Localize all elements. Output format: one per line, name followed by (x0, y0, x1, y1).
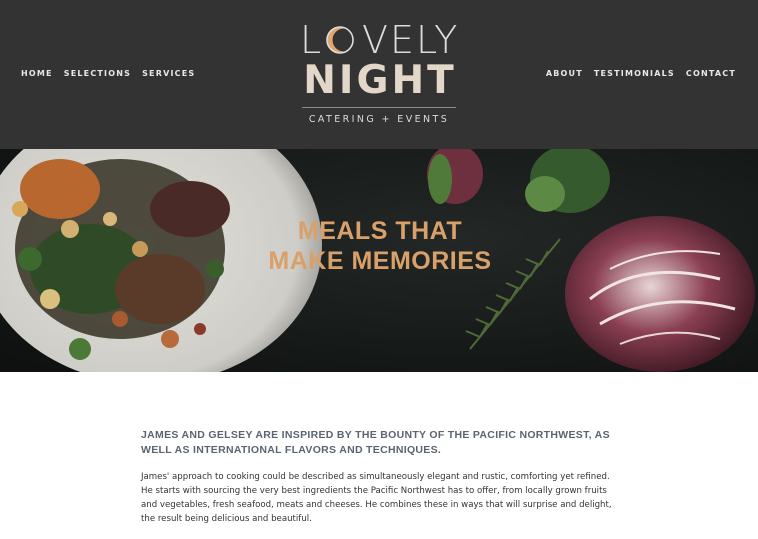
hero-headline: MEALS THAT MAKE MEMORIES (250, 216, 510, 276)
logo-word-lovely: L VELY (300, 20, 458, 60)
logo-word-night: NIGHT (303, 58, 457, 103)
hero-headline-line2: MAKE MEMORIES (268, 247, 492, 275)
about-section: JAMES AND GELSEY ARE INSPIRED BY THE BOU… (141, 428, 621, 526)
nav-contact-link[interactable]: CONTACT (686, 69, 736, 78)
logo-divider (302, 107, 456, 108)
site-header: HOME SELECTIONS SERVICES L VELY NIGHT CA… (0, 0, 758, 149)
nav-testimonials-link[interactable]: TESTIMONIALS (594, 69, 675, 78)
hero-headline-line1: MEALS THAT (297, 217, 463, 245)
logo-letters-vely: VELY (362, 18, 460, 62)
about-body-text: James' approach to cooking could be desc… (141, 472, 612, 524)
primary-nav-right: ABOUT TESTIMONIALS CONTACT (535, 69, 736, 78)
crescent-moon-icon (326, 26, 354, 54)
nav-about-link[interactable]: ABOUT (546, 69, 583, 78)
logo-tagline: CATERING + EVENTS (308, 114, 450, 125)
logo-letter-l: L (300, 18, 324, 62)
about-intro-heading: JAMES AND GELSEY ARE INSPIRED BY THE BOU… (141, 429, 610, 456)
radicchio-illustration (565, 216, 755, 372)
